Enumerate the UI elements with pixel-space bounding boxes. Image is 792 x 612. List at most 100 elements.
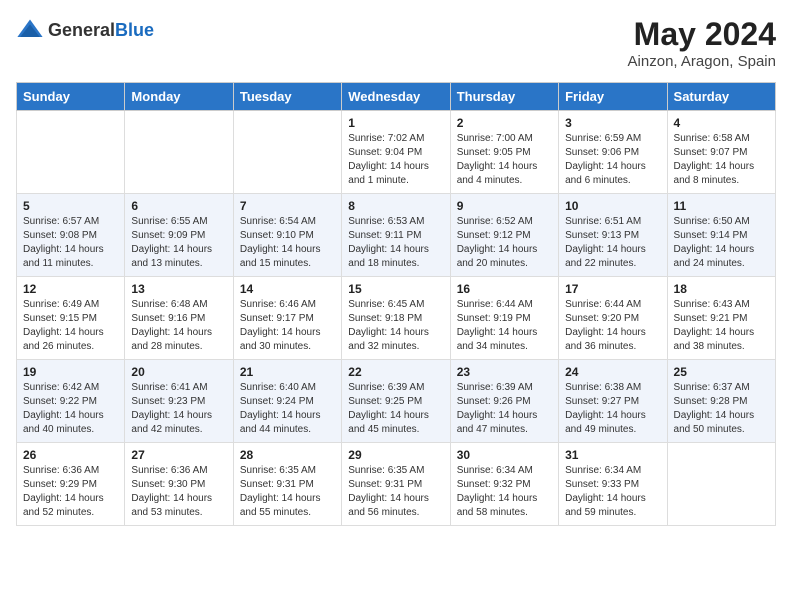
calendar-week-row: 5Sunrise: 6:57 AM Sunset: 9:08 PM Daylig… — [17, 194, 776, 277]
day-info: Sunrise: 6:42 AM Sunset: 9:22 PM Dayligh… — [23, 381, 118, 437]
calendar-cell: 30 Sunrise: 6:34 AM Sunset: 9:32 PM Dayli… — [450, 443, 558, 526]
day-info: Sunrise: 6:59 AM Sunset: 9:06 PM Dayligh… — [565, 132, 660, 188]
day-of-week-header: Monday — [125, 83, 233, 111]
calendar-cell: 18Sunrise: 6:43 AM Sunset: 9:21 PM Dayli… — [667, 277, 775, 360]
day-info: Sunrise: 6:35 AM Sunset: 9:31 PM Dayligh… — [240, 464, 335, 520]
day-number: 13 — [131, 282, 226, 296]
day-number: 7 — [240, 199, 335, 213]
day-info: Sunrise: 6:46 AM Sunset: 9:17 PM Dayligh… — [240, 298, 335, 354]
calendar-cell: 7 Sunrise: 6:54 AM Sunset: 9:10 PM Daylig… — [233, 194, 341, 277]
day-number: 22 — [348, 365, 443, 379]
day-info: Sunrise: 6:34 AM Sunset: 9:33 PM Dayligh… — [565, 464, 660, 520]
day-info: Sunrise: 6:45 AM Sunset: 9:18 PM Dayligh… — [348, 298, 443, 354]
calendar-cell: 25 Sunrise: 6:37 AM Sunset: 9:28 PM Dayli… — [667, 360, 775, 443]
calendar-cell: 31Sunrise: 6:34 AM Sunset: 9:33 PM Dayli… — [559, 443, 667, 526]
day-number: 19 — [23, 365, 118, 379]
calendar-cell: 12Sunrise: 6:49 AM Sunset: 9:15 PM Dayli… — [17, 277, 125, 360]
logo-icon — [16, 16, 44, 44]
day-number: 18 — [674, 282, 769, 296]
calendar-cell: 3Sunrise: 6:59 AM Sunset: 9:06 PM Daylig… — [559, 111, 667, 194]
day-of-week-header: Thursday — [450, 83, 558, 111]
day-number: 21 — [240, 365, 335, 379]
day-number: 8 — [348, 199, 443, 213]
day-number: 5 — [23, 199, 118, 213]
calendar-week-row: 26 Sunrise: 6:36 AM Sunset: 9:29 PM Dayli… — [17, 443, 776, 526]
day-number: 11 — [674, 199, 769, 213]
day-number: 23 — [457, 365, 552, 379]
day-number: 29 — [348, 448, 443, 462]
day-info: Sunrise: 6:54 AM Sunset: 9:10 PM Dayligh… — [240, 215, 335, 271]
day-number: 24 — [565, 365, 660, 379]
day-info: Sunrise: 6:52 AM Sunset: 9:12 PM Dayligh… — [457, 215, 552, 271]
calendar-cell: 11 Sunrise: 6:50 AM Sunset: 9:14 PM Dayli… — [667, 194, 775, 277]
day-info: Sunrise: 6:55 AM Sunset: 9:09 PM Dayligh… — [131, 215, 226, 271]
day-info: Sunrise: 7:00 AM Sunset: 9:05 PM Dayligh… — [457, 132, 552, 188]
day-number: 25 — [674, 365, 769, 379]
calendar-cell: 19 Sunrise: 6:42 AM Sunset: 9:22 PM Dayli… — [17, 360, 125, 443]
day-info: Sunrise: 6:39 AM Sunset: 9:25 PM Dayligh… — [348, 381, 443, 437]
calendar-cell: 23 Sunrise: 6:39 AM Sunset: 9:26 PM Dayli… — [450, 360, 558, 443]
calendar-cell — [125, 111, 233, 194]
day-info: Sunrise: 6:51 AM Sunset: 9:13 PM Dayligh… — [565, 215, 660, 271]
logo-blue: Blue — [115, 20, 154, 40]
day-number: 20 — [131, 365, 226, 379]
day-info: Sunrise: 6:44 AM Sunset: 9:20 PM Dayligh… — [565, 298, 660, 354]
day-info: Sunrise: 6:38 AM Sunset: 9:27 PM Dayligh… — [565, 381, 660, 437]
day-number: 4 — [674, 116, 769, 130]
calendar-cell — [17, 111, 125, 194]
day-number: 17 — [565, 282, 660, 296]
day-info: Sunrise: 6:39 AM Sunset: 9:26 PM Dayligh… — [457, 381, 552, 437]
calendar-week-row: 19 Sunrise: 6:42 AM Sunset: 9:22 PM Dayli… — [17, 360, 776, 443]
day-info: Sunrise: 6:36 AM Sunset: 9:30 PM Dayligh… — [131, 464, 226, 520]
calendar-table: SundayMondayTuesdayWednesdayThursdayFrid… — [16, 82, 776, 526]
day-info: Sunrise: 6:53 AM Sunset: 9:11 PM Dayligh… — [348, 215, 443, 271]
day-number: 12 — [23, 282, 118, 296]
calendar-cell: 6 Sunrise: 6:55 AM Sunset: 9:09 PM Daylig… — [125, 194, 233, 277]
day-info: Sunrise: 6:40 AM Sunset: 9:24 PM Dayligh… — [240, 381, 335, 437]
calendar-cell: 24 Sunrise: 6:38 AM Sunset: 9:27 PM Dayli… — [559, 360, 667, 443]
calendar-cell: 21 Sunrise: 6:40 AM Sunset: 9:24 PM Dayli… — [233, 360, 341, 443]
day-info: Sunrise: 6:35 AM Sunset: 9:31 PM Dayligh… — [348, 464, 443, 520]
day-number: 16 — [457, 282, 552, 296]
calendar-cell — [667, 443, 775, 526]
day-number: 15 — [348, 282, 443, 296]
day-number: 30 — [457, 448, 552, 462]
calendar-cell: 15 Sunrise: 6:45 AM Sunset: 9:18 PM Dayli… — [342, 277, 450, 360]
day-number: 10 — [565, 199, 660, 213]
day-info: Sunrise: 6:50 AM Sunset: 9:14 PM Dayligh… — [674, 215, 769, 271]
day-info: Sunrise: 6:58 AM Sunset: 9:07 PM Dayligh… — [674, 132, 769, 188]
day-of-week-header: Tuesday — [233, 83, 341, 111]
calendar-cell: 20 Sunrise: 6:41 AM Sunset: 9:23 PM Dayli… — [125, 360, 233, 443]
day-info: Sunrise: 6:48 AM Sunset: 9:16 PM Dayligh… — [131, 298, 226, 354]
day-info: Sunrise: 6:34 AM Sunset: 9:32 PM Dayligh… — [457, 464, 552, 520]
month-year-title: May 2024 — [628, 16, 776, 53]
day-number: 14 — [240, 282, 335, 296]
calendar-cell — [233, 111, 341, 194]
calendar-header-row: SundayMondayTuesdayWednesdayThursdayFrid… — [17, 83, 776, 111]
day-info: Sunrise: 6:36 AM Sunset: 9:29 PM Dayligh… — [23, 464, 118, 520]
calendar-week-row: 1Sunrise: 7:02 AM Sunset: 9:04 PM Daylig… — [17, 111, 776, 194]
logo-general: General — [48, 20, 115, 40]
day-number: 2 — [457, 116, 552, 130]
day-info: Sunrise: 6:44 AM Sunset: 9:19 PM Dayligh… — [457, 298, 552, 354]
calendar-cell: 1Sunrise: 7:02 AM Sunset: 9:04 PM Daylig… — [342, 111, 450, 194]
location-subtitle: Ainzon, Aragon, Spain — [628, 53, 776, 70]
day-number: 27 — [131, 448, 226, 462]
calendar-cell: 16 Sunrise: 6:44 AM Sunset: 9:19 PM Dayli… — [450, 277, 558, 360]
title-block: May 2024 Ainzon, Aragon, Spain — [628, 16, 776, 70]
day-number: 28 — [240, 448, 335, 462]
calendar-cell: 4 Sunrise: 6:58 AM Sunset: 9:07 PM Daylig… — [667, 111, 775, 194]
calendar-cell: 10 Sunrise: 6:51 AM Sunset: 9:13 PM Dayli… — [559, 194, 667, 277]
calendar-cell: 5Sunrise: 6:57 AM Sunset: 9:08 PM Daylig… — [17, 194, 125, 277]
day-info: Sunrise: 7:02 AM Sunset: 9:04 PM Dayligh… — [348, 132, 443, 188]
calendar-cell: 13 Sunrise: 6:48 AM Sunset: 9:16 PM Dayli… — [125, 277, 233, 360]
calendar-cell: 2 Sunrise: 7:00 AM Sunset: 9:05 PM Daylig… — [450, 111, 558, 194]
day-info: Sunrise: 6:41 AM Sunset: 9:23 PM Dayligh… — [131, 381, 226, 437]
day-info: Sunrise: 6:37 AM Sunset: 9:28 PM Dayligh… — [674, 381, 769, 437]
calendar-cell: 27 Sunrise: 6:36 AM Sunset: 9:30 PM Dayli… — [125, 443, 233, 526]
day-number: 6 — [131, 199, 226, 213]
calendar-cell: 8 Sunrise: 6:53 AM Sunset: 9:11 PM Daylig… — [342, 194, 450, 277]
day-of-week-header: Saturday — [667, 83, 775, 111]
day-number: 26 — [23, 448, 118, 462]
page-header: GeneralBlue May 2024 Ainzon, Aragon, Spa… — [16, 16, 776, 70]
